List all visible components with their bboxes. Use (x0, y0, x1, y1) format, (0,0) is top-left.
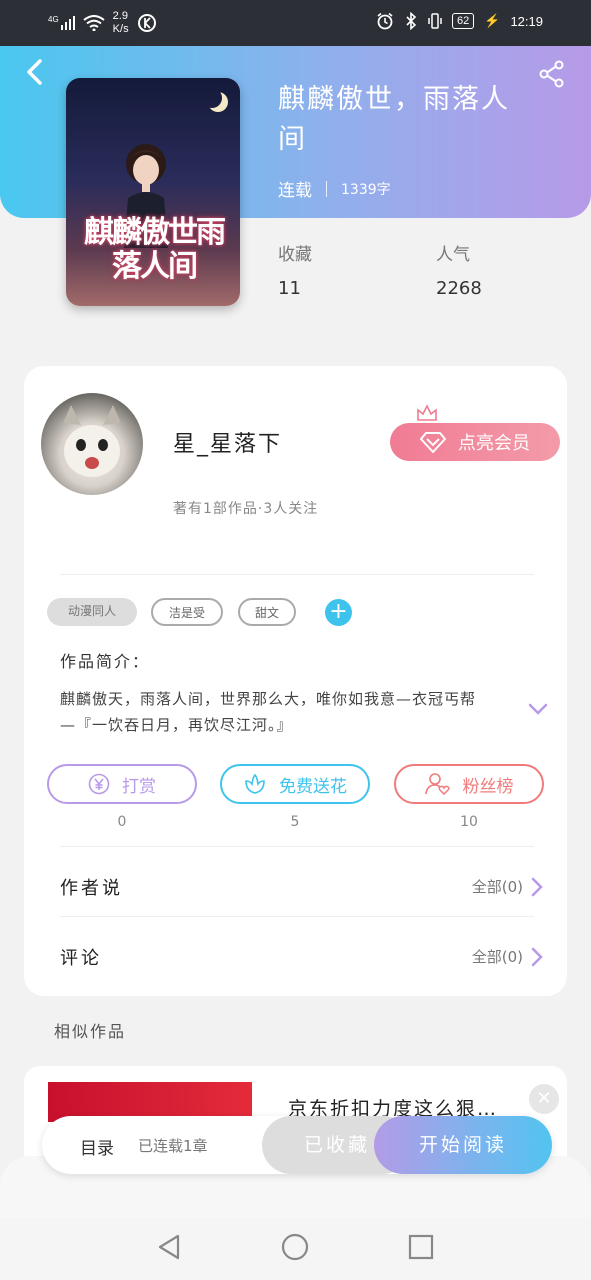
chapter-count: 已连载1章 (138, 1137, 208, 1155)
nav-home-icon[interactable] (280, 1232, 310, 1262)
tag-item[interactable]: 甜文 (238, 598, 296, 626)
cover-title: 麒麟傲世雨落人间 (84, 215, 226, 284)
comments-count: 全部(0) (471, 948, 523, 966)
fans-rank-label: 粉丝榜 (462, 776, 514, 797)
divider (60, 846, 534, 847)
chevron-right-icon (531, 947, 543, 966)
author-stats: 著有1部作品·3人关注 (173, 501, 319, 517)
flower-icon (245, 773, 265, 794)
fans-icon (424, 773, 450, 796)
comments-label[interactable]: 评论 (60, 944, 102, 970)
avatar[interactable] (41, 393, 143, 495)
wifi-icon (83, 15, 105, 31)
fans-count: 10 (460, 814, 478, 830)
fans-rank-button[interactable]: 粉丝榜 (394, 764, 544, 804)
send-flower-button[interactable]: 免费送花 (220, 764, 370, 804)
bluetooth-icon (406, 12, 417, 30)
book-meta: 连载 1339字 (278, 176, 391, 201)
charging-icon: ⚡ (484, 13, 501, 28)
book-cover[interactable]: 麒麟傲世雨落人间 (66, 78, 240, 306)
author-name[interactable]: 星_星落下 (173, 426, 282, 458)
crown-icon (417, 404, 437, 421)
favorites-value: 11 (278, 278, 301, 299)
divider (60, 574, 534, 575)
toc-button[interactable]: 目录 (80, 1134, 114, 1159)
back-icon[interactable] (22, 58, 50, 86)
book-status: 连载 (278, 181, 312, 201)
reward-count: 0 (117, 814, 127, 830)
book-title: 麒麟傲世，雨落人间 (278, 84, 510, 155)
intro-label: 作品简介： (60, 652, 151, 671)
cat-avatar-image (63, 405, 121, 477)
network-speed: 2.9 K/s (112, 10, 129, 35)
status-bar: 4G 2.9 K/s 62 ⚡ 12:19 (0, 0, 591, 46)
moon-icon (202, 88, 222, 108)
alarm-icon (377, 12, 393, 30)
vibrate-icon (428, 13, 442, 29)
author-notes-label[interactable]: 作者说 (60, 874, 123, 900)
word-count: 1339字 (341, 181, 391, 198)
k-app-icon (137, 14, 156, 32)
add-tag-button[interactable]: + (325, 599, 352, 626)
favorites-label: 收藏 (278, 245, 312, 265)
clock: 12:19 (510, 13, 543, 29)
tag-item[interactable]: 动漫同人 (47, 598, 137, 626)
nav-back-icon[interactable] (154, 1232, 184, 1262)
author-notes-all[interactable]: 全部(0) (472, 876, 543, 897)
yen-icon (88, 773, 110, 795)
author-notes-count: 全部(0) (471, 878, 523, 896)
start-reading-button[interactable]: 开始阅读 (374, 1116, 552, 1174)
reward-label: 打赏 (122, 776, 156, 797)
popularity-label: 人气 (436, 245, 470, 265)
comments-all[interactable]: 全部(0) (472, 946, 543, 967)
popularity-value: 2268 (436, 278, 482, 299)
intro-text: 麒麟傲天，雨落人间，世界那么大，唯你如我意—衣冠丐帮—『一饮吞日月，再饮尽江河。… (60, 690, 477, 734)
tag-item[interactable]: 洁是受 (151, 598, 223, 626)
vip-button-label: 点亮会员 (458, 433, 530, 454)
battery-level: 62 (452, 13, 475, 29)
chevron-down-icon[interactable] (527, 700, 549, 718)
diamond-icon (420, 432, 446, 453)
nav-recents-icon[interactable] (406, 1232, 436, 1262)
close-icon[interactable]: ✕ (529, 1084, 559, 1114)
divider (326, 180, 327, 197)
send-flower-label: 免费送花 (279, 776, 347, 797)
chevron-right-icon (531, 877, 543, 896)
similar-works-label: 相似作品 (54, 1022, 127, 1041)
vip-button[interactable]: 点亮会员 (390, 423, 560, 461)
reward-button[interactable]: 打赏 (47, 764, 197, 804)
signal-icon: 4G (48, 15, 75, 30)
divider (60, 916, 534, 917)
share-icon[interactable] (538, 60, 566, 88)
flower-count: 5 (290, 814, 300, 830)
